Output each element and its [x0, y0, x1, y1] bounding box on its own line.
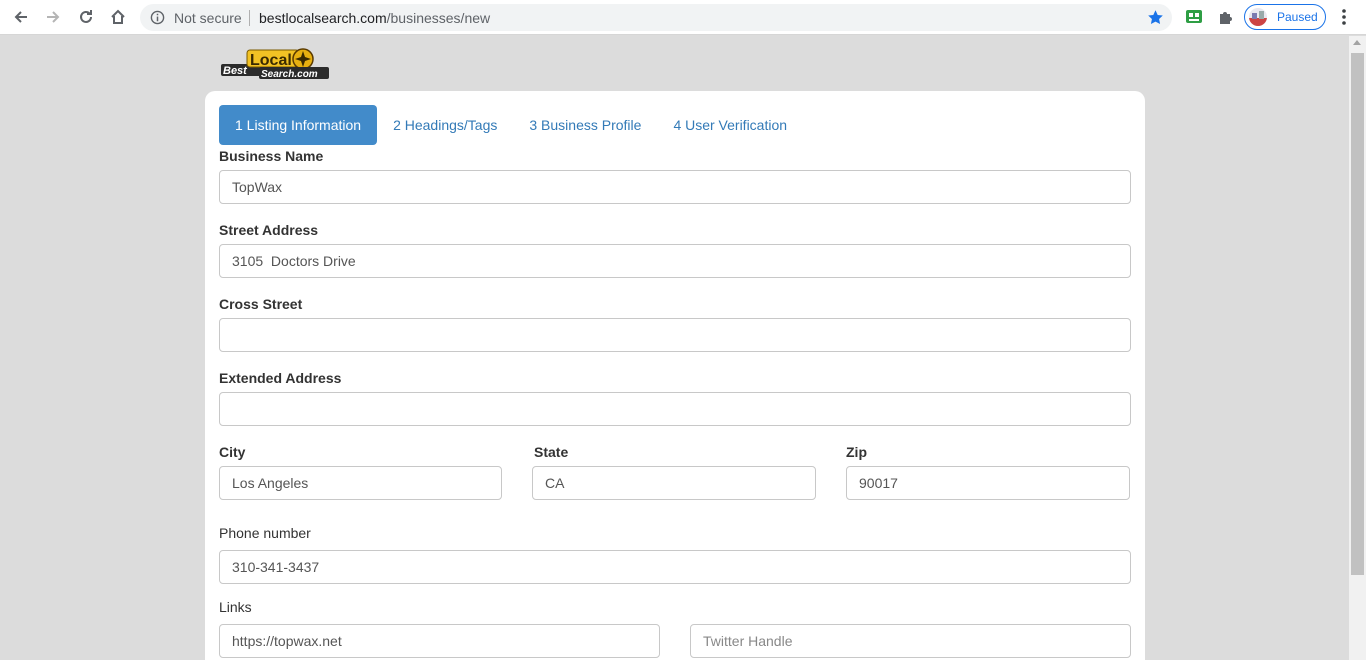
reload-button[interactable] [73, 5, 99, 29]
avatar [1249, 8, 1267, 26]
logo-word-local: Local [250, 52, 292, 69]
forward-button[interactable] [40, 5, 66, 29]
website-url-input[interactable] [219, 624, 660, 658]
cross-street-input[interactable] [219, 318, 1131, 352]
puzzle-icon[interactable] [1217, 8, 1235, 26]
url-path: /businesses/new [386, 10, 491, 26]
listing-form-card: 1 Listing Information 2 Headings/Tags 3 … [205, 91, 1145, 660]
cross-street-label: Cross Street [219, 296, 303, 312]
tab-headings-tags[interactable]: 2 Headings/Tags [377, 105, 513, 145]
logo-word-best: Best [223, 65, 248, 77]
tab-business-profile[interactable]: 3 Business Profile [513, 105, 657, 145]
address-bar[interactable]: Not secure bestlocalsearch.com/businesse… [140, 4, 1172, 31]
city-label: City [219, 444, 246, 460]
links-label: Links [219, 599, 252, 615]
business-name-label: Business Name [219, 148, 324, 164]
kebab-menu-icon[interactable] [1336, 8, 1352, 26]
tab-listing-information[interactable]: 1 Listing Information [219, 105, 378, 145]
wizard-tabs: 1 Listing Information 2 Headings/Tags 3 … [219, 105, 803, 145]
arrow-left-icon [14, 11, 27, 23]
page-scrollbar[interactable] [1349, 36, 1366, 660]
extension-green-icon[interactable] [1185, 8, 1203, 26]
state-label: State [534, 444, 569, 460]
state-input[interactable] [532, 466, 816, 500]
url-text[interactable]: bestlocalsearch.com/businesses/new [259, 10, 490, 26]
extended-address-label: Extended Address [219, 370, 342, 386]
logo-word-search: Search.com [261, 69, 318, 80]
home-icon [111, 9, 125, 24]
scroll-thumb[interactable] [1351, 53, 1364, 575]
zip-input[interactable] [846, 466, 1130, 500]
street-address-input[interactable] [219, 244, 1131, 278]
city-input[interactable] [219, 466, 502, 500]
zip-label: Zip [846, 444, 867, 460]
back-button[interactable] [8, 5, 34, 29]
not-secure-label: Not secure [174, 10, 242, 26]
address-separator [249, 10, 250, 26]
reload-icon [80, 10, 92, 23]
site-logo[interactable]: Best Local Search.com [219, 46, 331, 82]
business-name-input[interactable] [219, 170, 1131, 204]
tab-user-verification[interactable]: 4 User Verification [657, 105, 803, 145]
info-icon[interactable] [150, 10, 165, 25]
browser-toolbar: Not secure bestlocalsearch.com/businesse… [0, 0, 1366, 35]
profile-status: Paused [1277, 10, 1318, 24]
home-button[interactable] [105, 5, 131, 29]
profile-button[interactable]: Paused [1244, 4, 1326, 30]
extended-address-input[interactable] [219, 392, 1131, 426]
phone-number-label: Phone number [219, 525, 311, 541]
url-domain: bestlocalsearch.com [259, 10, 387, 26]
bookmark-star-icon[interactable] [1147, 9, 1164, 26]
street-address-label: Street Address [219, 222, 319, 238]
phone-number-input[interactable] [219, 550, 1131, 584]
scroll-up-arrow[interactable] [1353, 40, 1361, 45]
twitter-handle-input[interactable] [690, 624, 1131, 658]
arrow-right-icon [47, 11, 60, 23]
